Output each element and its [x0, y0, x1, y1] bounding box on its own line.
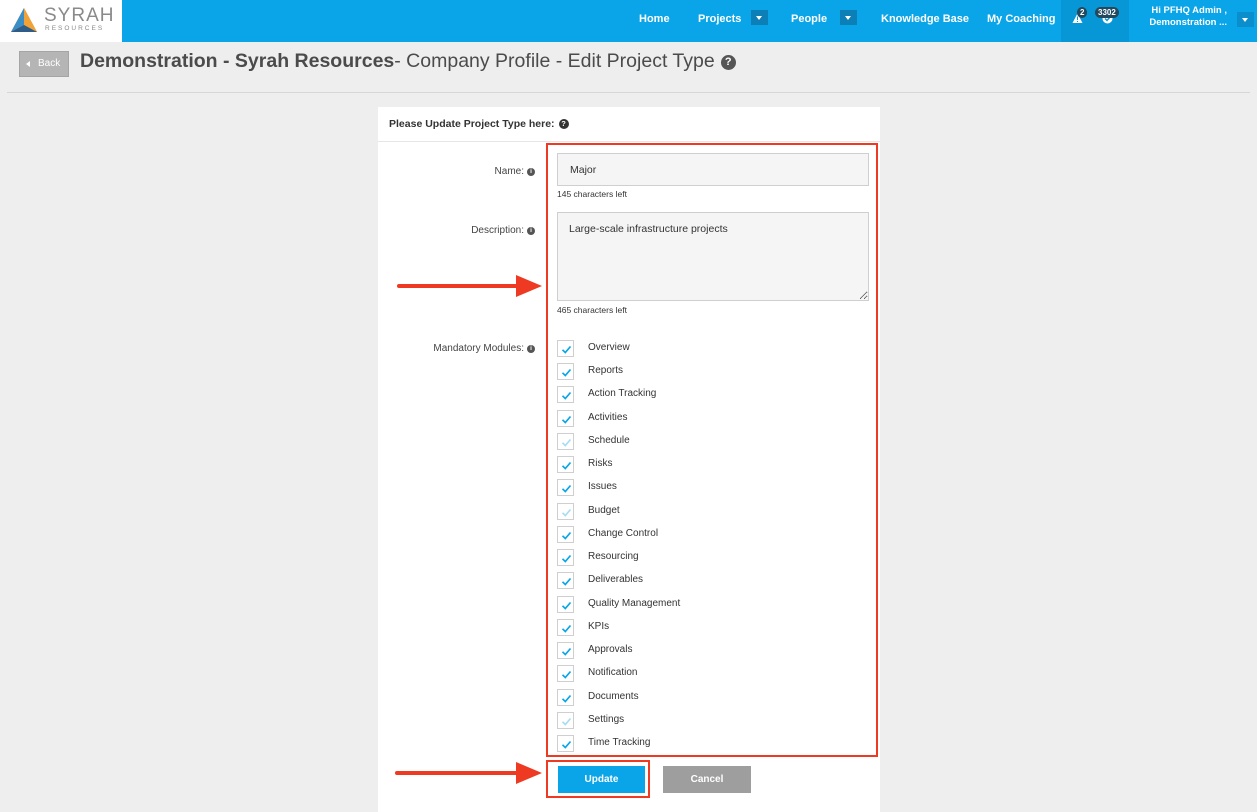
brand-name: SYRAH — [44, 5, 115, 26]
nav-home[interactable]: Home — [639, 0, 670, 42]
user-company: Demonstration ... — [1149, 17, 1227, 28]
modules-info-icon[interactable]: i — [527, 345, 535, 353]
nav-knowledge-base[interactable]: Knowledge Base — [881, 0, 969, 42]
people-dropdown-caret-icon[interactable] — [840, 10, 857, 25]
user-greeting: Hi PFHQ Admin , — [1151, 5, 1227, 16]
page-title-company: Demonstration - Syrah Resources — [80, 50, 395, 72]
description-info-icon[interactable]: i — [527, 227, 535, 235]
back-arrow-icon — [26, 61, 30, 67]
name-label: Name: i — [495, 166, 535, 177]
name-label-text: Name: — [494, 166, 524, 177]
mandatory-modules-label-text: Mandatory Modules: — [433, 343, 524, 354]
description-label: Description: i — [471, 225, 535, 236]
projects-dropdown-caret-icon[interactable] — [751, 10, 768, 25]
name-info-icon[interactable]: i — [527, 168, 535, 176]
nav-projects[interactable]: Projects — [698, 0, 741, 42]
page-title-section: - Company Profile - Edit Project Type — [394, 50, 715, 72]
modules-highlight-box — [546, 143, 878, 757]
arrow-to-form-icon — [397, 275, 542, 297]
panel-heading: Please Update Project Type here:? — [378, 107, 880, 142]
alerts-count-badge: 2 — [1077, 7, 1088, 18]
nav-people[interactable]: People — [791, 0, 827, 42]
panel-heading-text: Please Update Project Type here: — [389, 118, 555, 130]
description-label-text: Description: — [471, 225, 524, 236]
mandatory-modules-label: Mandatory Modules: i — [433, 343, 535, 354]
header-divider — [7, 92, 1250, 93]
arrow-to-update-icon — [395, 762, 542, 784]
tasks-count-badge: 3302 — [1095, 7, 1119, 18]
brand-logo[interactable]: SYRAH RESOURCES — [0, 0, 122, 42]
notifications-area: 2 3302 — [1061, 0, 1129, 42]
page-title: Demonstration - Syrah Resources- Company… — [80, 50, 736, 73]
panel-help-icon[interactable]: ? — [558, 119, 569, 129]
cancel-button[interactable]: Cancel — [663, 766, 751, 793]
user-menu[interactable]: Hi PFHQ Admin , Demonstration ... — [1129, 0, 1257, 42]
nav-my-coaching[interactable]: My Coaching — [987, 0, 1055, 42]
logo-mark-icon — [11, 8, 37, 32]
update-highlight-box — [546, 760, 650, 798]
top-nav-bar: SYRAH RESOURCES Home Projects People Kno… — [0, 0, 1257, 42]
user-dropdown-caret-icon[interactable] — [1237, 12, 1254, 27]
back-button[interactable]: Back — [19, 51, 69, 77]
back-button-label: Back — [38, 58, 61, 69]
help-icon[interactable]: ? — [720, 55, 736, 70]
brand-subtitle: RESOURCES — [45, 25, 105, 32]
